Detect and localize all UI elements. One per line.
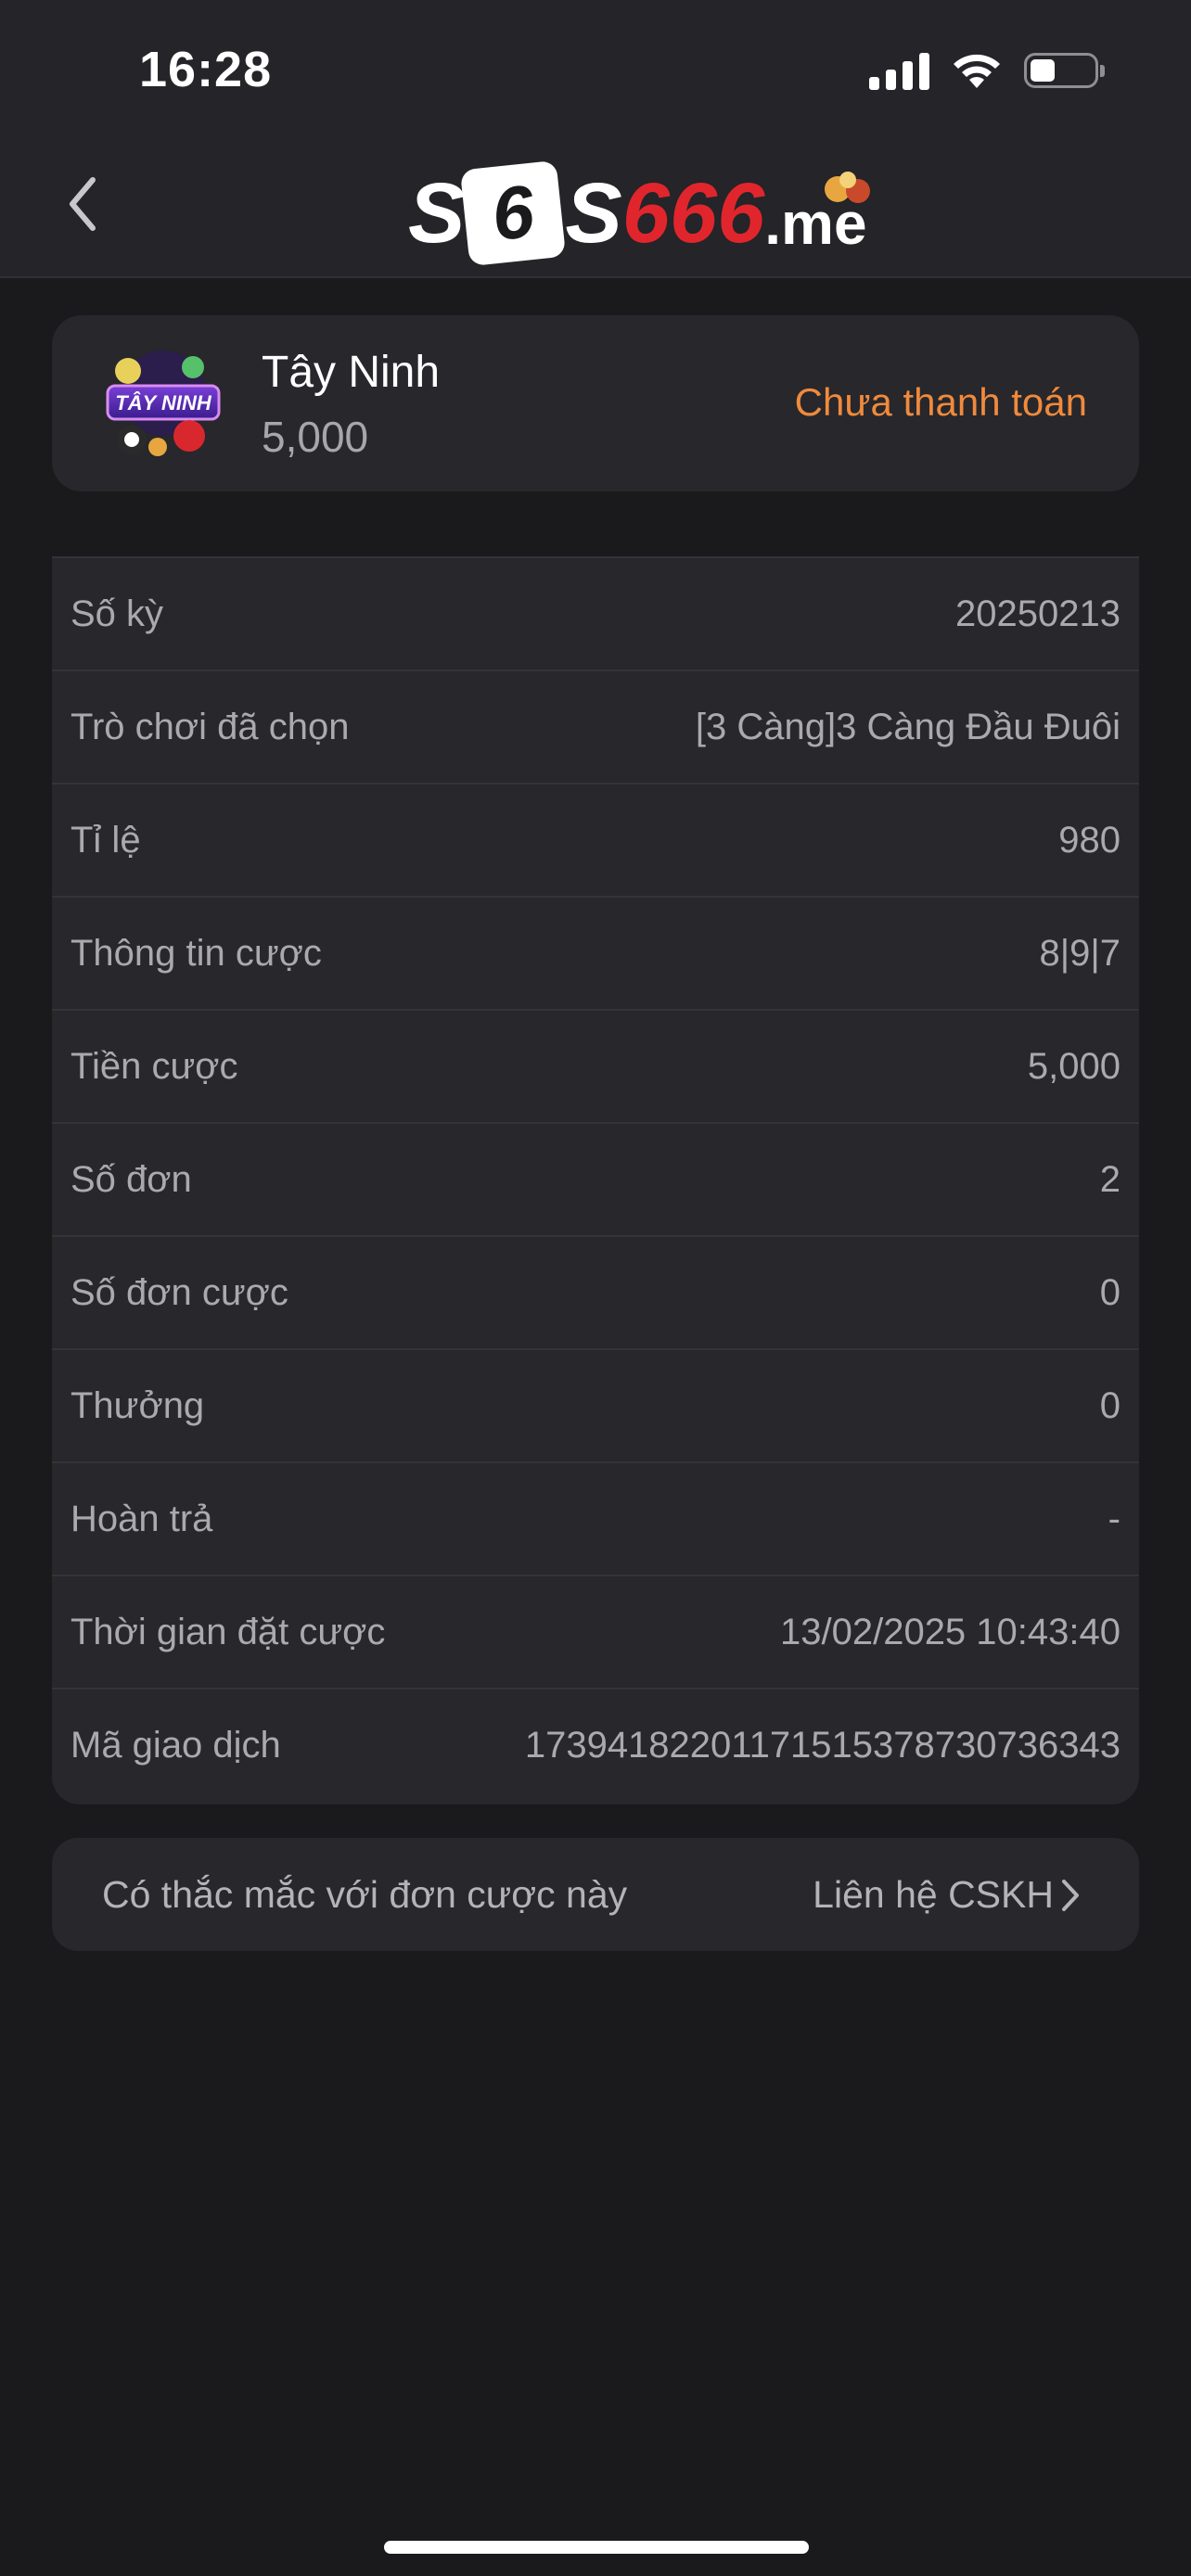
support-link-label[interactable]: Liên hệ CSKH (813, 1873, 1054, 1917)
logo-letter: S (408, 165, 466, 261)
bet-amount: 5,000 (262, 413, 369, 461)
back-chevron-icon[interactable] (58, 167, 113, 241)
row-label: Số đơn cược (70, 1272, 288, 1313)
battery-icon (1024, 53, 1105, 88)
detail-row-bet-order-count: Số đơn cược 0 (52, 1237, 1139, 1350)
contact-support-button[interactable]: Có thắc mắc với đơn cược này Liên hệ CSK… (52, 1838, 1139, 1951)
detail-row-order-count: Số đơn 2 (52, 1124, 1139, 1237)
row-value: 5,000 (1027, 1046, 1121, 1087)
row-value: 13/02/2025 10:43:40 (779, 1612, 1121, 1652)
row-label: Trò chơi đã chọn (70, 707, 350, 747)
dice-icon: 6 (460, 159, 567, 267)
row-value: [3 Càng]3 Càng Đầu Đuôi (695, 707, 1121, 747)
mascot-icon (824, 172, 870, 203)
row-label: Số kỳ (70, 593, 164, 634)
row-label: Thưởng (70, 1385, 205, 1426)
detail-row-bet-info: Thông tin cược 8|9|7 (52, 898, 1139, 1011)
row-value: - (1108, 1498, 1121, 1539)
row-value: 0 (1099, 1272, 1121, 1313)
row-value: 0 (1099, 1385, 1121, 1426)
row-label: Mã giao dịch (70, 1725, 281, 1766)
detail-row-refund: Hoàn trả - (52, 1463, 1139, 1576)
detail-row-period: Số kỳ 20250213 (52, 558, 1139, 671)
detail-row-selected-game: Trò chơi đã chọn [3 Càng]3 Càng Đầu Đuôi (52, 671, 1139, 784)
tay-ninh-lottery-icon: TÂY NINH (106, 351, 221, 456)
row-label: Thông tin cược (70, 933, 322, 974)
status-icons (869, 50, 1105, 91)
row-label: Thời gian đặt cược (70, 1612, 386, 1652)
row-value: 20250213 (955, 593, 1121, 634)
top-header: 16:28 S 6 S 666 .me (0, 0, 1191, 278)
wifi-icon (954, 54, 1000, 88)
cellular-signal-icon (869, 51, 929, 90)
game-name: Tây Ninh (262, 348, 441, 397)
payment-status-badge: Chưa thanh toán (794, 380, 1087, 424)
support-question: Có thắc mắc với đơn cược này (102, 1873, 628, 1916)
bet-summary-card: TÂY NINH Tây Ninh 5,000 Chưa thanh toán (52, 315, 1139, 491)
row-label: Hoàn trả (70, 1498, 213, 1539)
row-label: Tiền cược (70, 1046, 238, 1087)
row-value: 17394182201171515378730736343 (524, 1725, 1121, 1766)
detail-row-bet-amount: Tiền cược 5,000 (52, 1011, 1139, 1124)
bet-details-list: Số kỳ 20250213 Trò chơi đã chọn [3 Càng]… (52, 558, 1139, 1804)
detail-row-odds: Tỉ lệ 980 (52, 784, 1139, 898)
detail-row-reward: Thưởng 0 (52, 1350, 1139, 1463)
row-label: Số đơn (70, 1159, 192, 1200)
detail-row-transaction-id: Mã giao dịch 173941822011715153787307363… (52, 1690, 1139, 1804)
detail-row-bet-time: Thời gian đặt cược 13/02/2025 10:43:40 (52, 1576, 1139, 1690)
row-value: 980 (1058, 820, 1121, 861)
logo-letter: S (565, 165, 622, 261)
svg-text:TÂY NINH: TÂY NINH (115, 391, 212, 414)
row-value: 2 (1099, 1159, 1121, 1200)
status-time: 16:28 (139, 42, 273, 97)
home-indicator[interactable] (384, 2541, 809, 2554)
brand-logo: S 6 S 666 .me (408, 158, 875, 269)
row-label: Tỉ lệ (70, 820, 141, 861)
row-value: 8|9|7 (1039, 933, 1121, 974)
chevron-right-icon (1062, 1880, 1079, 1911)
logo-number: 666 (621, 165, 765, 261)
